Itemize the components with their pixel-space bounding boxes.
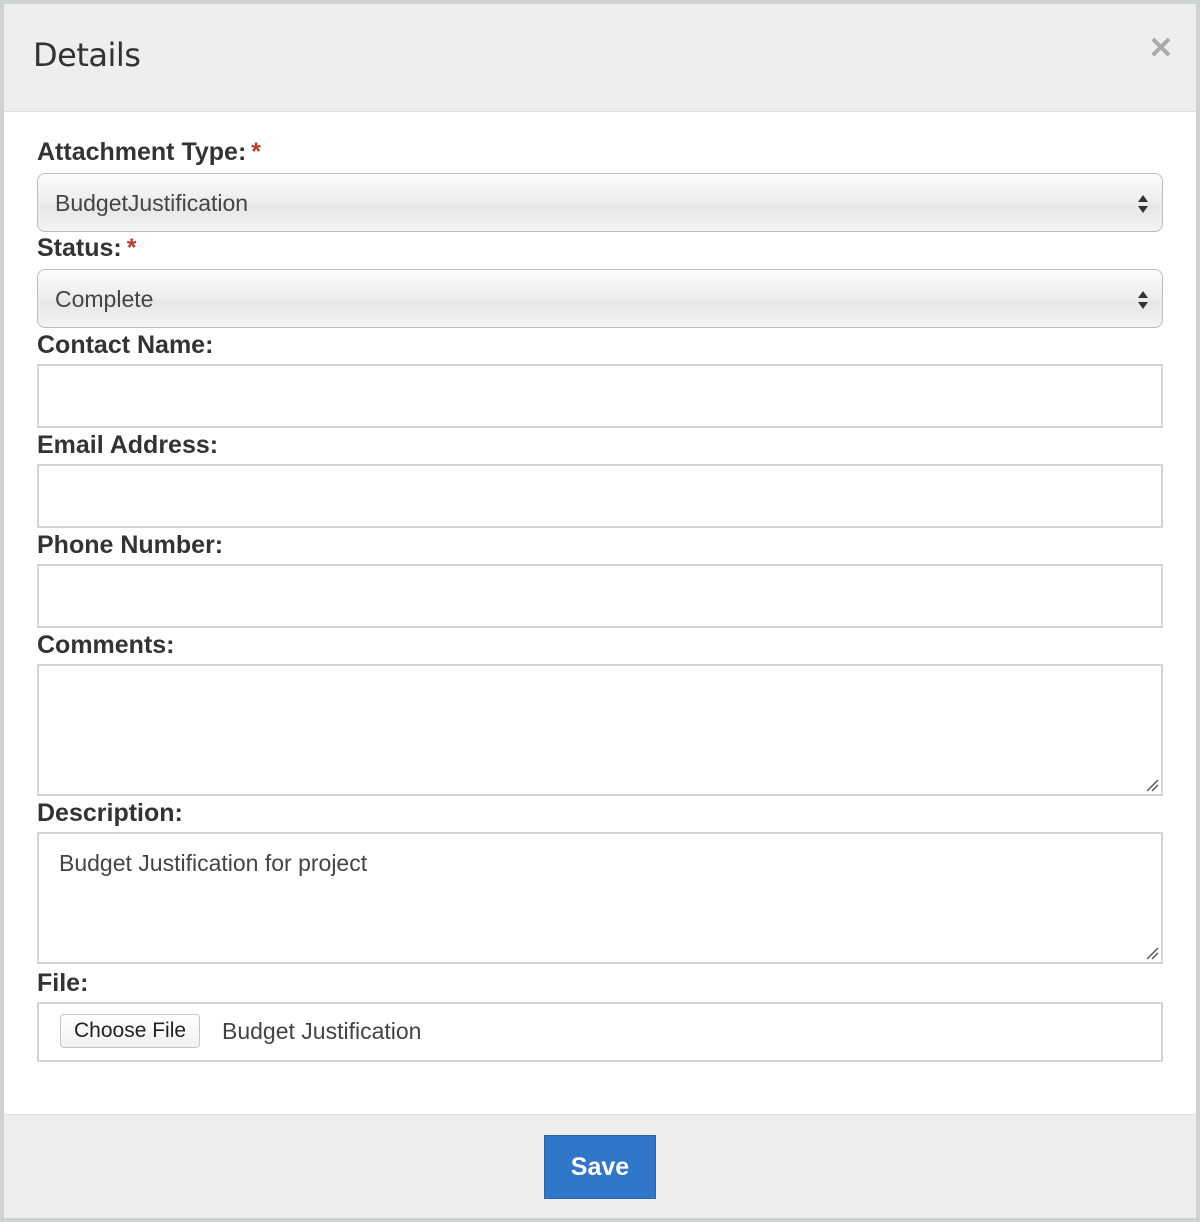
details-dialog: Details ✕ Attachment Type: * BudgetJustif… (0, 0, 1200, 1222)
status-label-text: Status: (37, 234, 122, 262)
select-arrows-icon (1138, 195, 1148, 213)
select-arrows-icon (1138, 291, 1148, 309)
status-select[interactable]: Complete (37, 269, 1163, 328)
required-marker: * (251, 138, 262, 166)
contact-name-input[interactable] (37, 364, 1163, 428)
required-marker: * (126, 234, 137, 262)
file-input: Choose File Budget Justification (37, 1002, 1163, 1062)
email-address-input[interactable] (37, 464, 1163, 528)
attachment-type-select[interactable]: BudgetJustification (37, 173, 1163, 232)
file-label: File: (37, 969, 89, 997)
description-label: Description: (37, 799, 183, 827)
attachment-type-label-text: Attachment Type: (37, 138, 247, 166)
comments-label: Comments: (37, 631, 175, 659)
status-label: Status: * (37, 234, 136, 263)
attachment-type-value: BudgetJustification (55, 190, 249, 216)
save-button[interactable]: Save (544, 1135, 656, 1199)
close-icon[interactable]: ✕ (1148, 34, 1174, 64)
attachment-type-label: Attachment Type: * (37, 138, 261, 167)
email-address-label: Email Address: (37, 431, 219, 459)
description-value: Budget Justification for project (59, 850, 368, 876)
description-textarea[interactable]: Budget Justification for project (37, 832, 1163, 964)
resize-grip-icon[interactable] (1145, 946, 1159, 960)
choose-file-button[interactable]: Choose File (60, 1014, 201, 1048)
phone-number-input[interactable] (37, 564, 1163, 628)
resize-grip-icon[interactable] (1145, 778, 1159, 792)
contact-name-label: Contact Name: (37, 331, 214, 359)
dialog-header: Details ✕ (4, 4, 1196, 112)
dialog-title: Details (33, 36, 141, 74)
comments-textarea[interactable] (37, 664, 1163, 796)
phone-number-label: Phone Number: (37, 531, 224, 559)
status-value: Complete (55, 286, 154, 312)
dialog-footer: Save (4, 1114, 1196, 1218)
selected-file-name: Budget Justification (222, 1018, 422, 1044)
